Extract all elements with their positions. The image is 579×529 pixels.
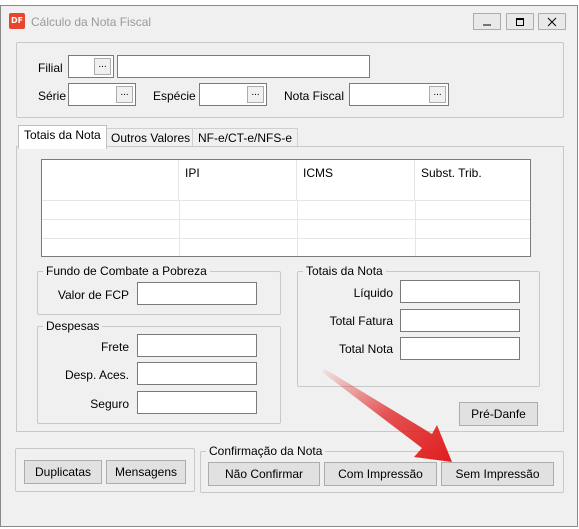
- desp-aces-label: Desp. Aces.: [64, 368, 129, 382]
- liquido-field[interactable]: [400, 280, 520, 303]
- filial-label: Filial: [38, 61, 63, 75]
- nao-confirmar-button[interactable]: Não Confirmar: [208, 462, 320, 486]
- grid-col-divider: [179, 201, 180, 256]
- total-fatura-label: Total Fatura: [329, 314, 393, 328]
- filial-name-field[interactable]: [117, 55, 370, 78]
- grid-col-header-ipi: IPI: [185, 166, 200, 180]
- nota-fiscal-lookup-button[interactable]: ...: [429, 86, 446, 103]
- grid-header-cell: [42, 160, 179, 201]
- especie-field[interactable]: ...: [199, 83, 267, 106]
- nota-fiscal-label: Nota Fiscal: [284, 89, 345, 103]
- minimize-button[interactable]: [473, 13, 501, 30]
- maximize-button[interactable]: [506, 13, 534, 30]
- valor-fcp-field[interactable]: [137, 282, 257, 305]
- frete-field[interactable]: [137, 334, 257, 357]
- sem-impressao-button[interactable]: Sem Impressão: [441, 462, 554, 486]
- app-icon: DF: [9, 13, 25, 29]
- filial-lookup-button[interactable]: ...: [94, 58, 111, 75]
- despesas-group-title: Despesas: [43, 319, 103, 333]
- especie-label: Espécie: [153, 89, 196, 103]
- grid-col-divider: [297, 201, 298, 256]
- table-row[interactable]: [42, 201, 530, 220]
- table-row[interactable]: [42, 220, 530, 239]
- filter-panel: [16, 42, 564, 118]
- totais-group-title: Totais da Nota: [303, 264, 386, 278]
- serie-field[interactable]: ...: [68, 83, 136, 106]
- especie-lookup-button[interactable]: ...: [247, 86, 264, 103]
- total-fatura-field[interactable]: [400, 309, 520, 332]
- serie-lookup-button[interactable]: ...: [116, 86, 133, 103]
- valor-fcp-label: Valor de FCP: [57, 288, 129, 302]
- serie-label: Série: [38, 89, 67, 103]
- minimize-icon: [483, 24, 491, 25]
- com-impressao-button[interactable]: Com Impressão: [324, 462, 437, 486]
- desp-aces-field[interactable]: [137, 362, 257, 385]
- seguro-field[interactable]: [137, 391, 257, 414]
- fcp-group-title: Fundo de Combate a Pobreza: [43, 264, 210, 278]
- maximize-icon: [516, 17, 524, 26]
- close-button[interactable]: [538, 13, 566, 30]
- frete-label: Frete: [100, 340, 129, 354]
- seguro-label: Seguro: [90, 397, 129, 411]
- tab-totais-da-nota[interactable]: Totais da Nota: [18, 125, 107, 149]
- confirmacao-group-title: Confirmação da Nota: [206, 444, 326, 458]
- nota-fiscal-field[interactable]: ...: [349, 83, 449, 106]
- table-row[interactable]: [42, 239, 530, 256]
- grid-col-divider: [415, 201, 416, 256]
- mensagens-button[interactable]: Mensagens: [106, 460, 186, 484]
- window-title: Cálculo da Nota Fiscal: [31, 15, 152, 29]
- pre-danfe-button[interactable]: Pré-Danfe: [459, 402, 538, 426]
- title-bar[interactable]: DF Cálculo da Nota Fiscal: [1, 6, 577, 38]
- close-icon: [547, 17, 557, 26]
- grid-col-header-icms: ICMS: [303, 166, 333, 180]
- filial-code-field[interactable]: ...: [68, 55, 114, 78]
- tax-grid[interactable]: IPI ICMS Subst. Trib.: [41, 159, 531, 257]
- duplicatas-button[interactable]: Duplicatas: [24, 460, 102, 484]
- grid-col-header-subst-trib: Subst. Trib.: [421, 166, 482, 180]
- total-nota-field[interactable]: [400, 337, 520, 360]
- total-nota-label: Total Nota: [338, 342, 393, 356]
- liquido-label: Líquido: [353, 286, 393, 300]
